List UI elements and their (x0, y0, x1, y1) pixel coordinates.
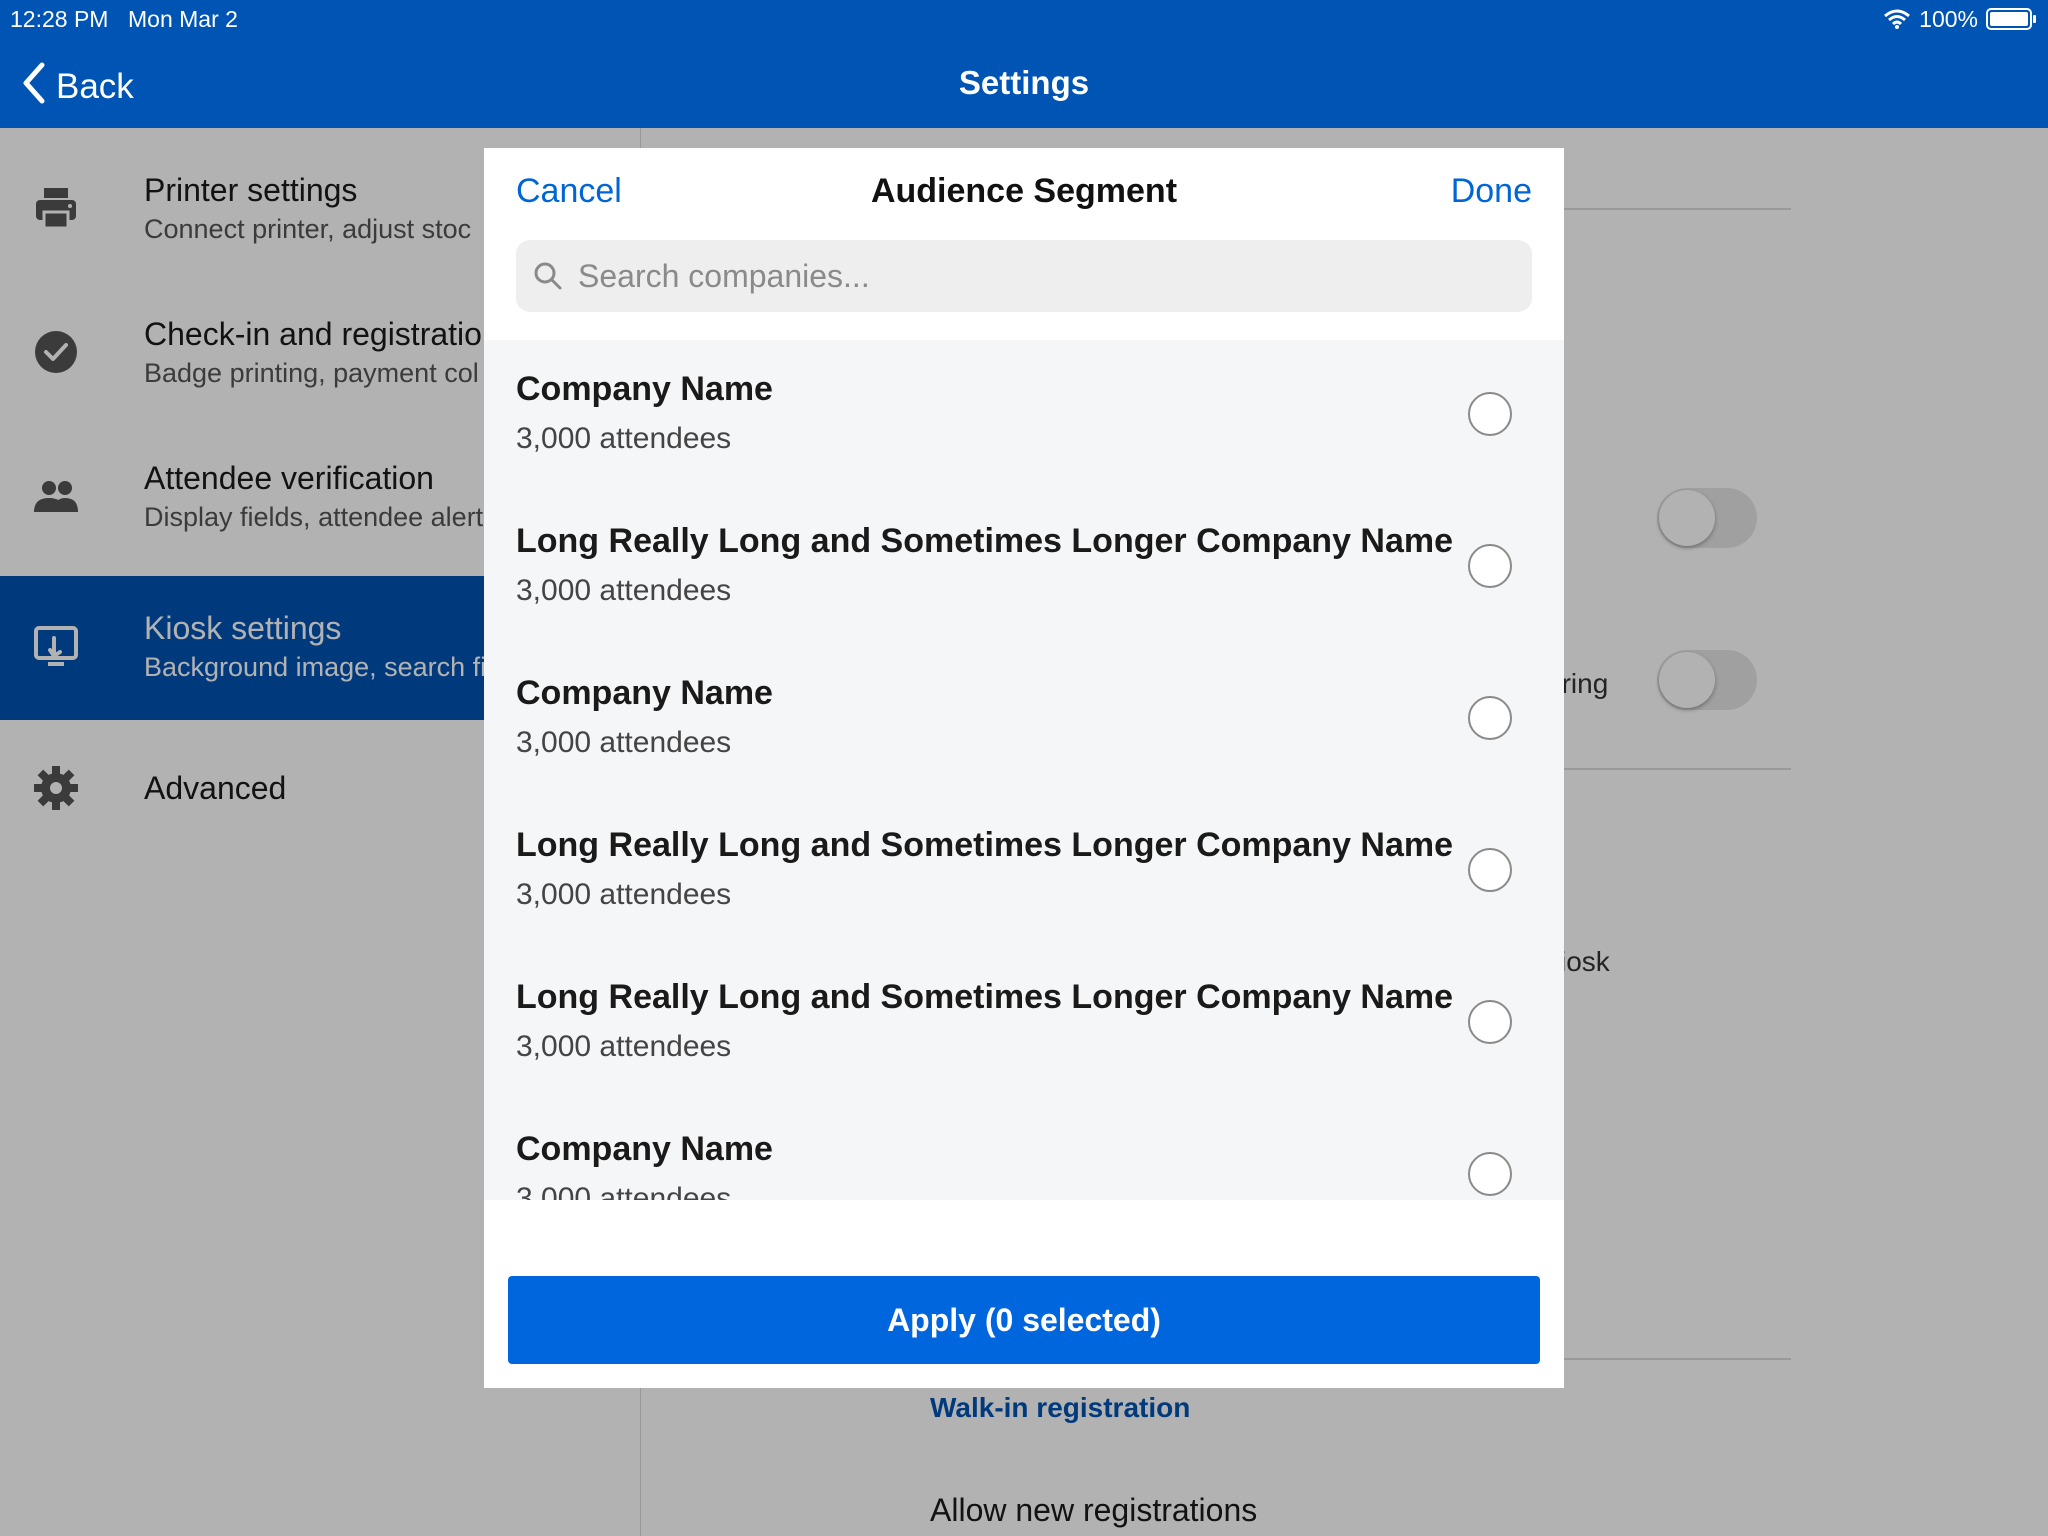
company-name: Long Really Long and Sometimes Longer Co… (516, 826, 1454, 864)
radio-button[interactable] (1468, 392, 1512, 436)
audience-segment-modal: Cancel Audience Segment Done Company Nam… (484, 148, 1564, 1388)
page-title: Settings (958, 64, 1090, 101)
company-name: Long Really Long and Sometimes Longer Co… (516, 978, 1454, 1016)
modal-title: Audience Segment (870, 172, 1178, 210)
list-item[interactable]: Long Really Long and Sometimes Longer Co… (484, 948, 1564, 1100)
status-right: 100% (1883, 4, 2038, 34)
list-item[interactable]: Company Name 3,000 attendees (484, 644, 1564, 796)
radio-button[interactable] (1468, 1000, 1512, 1044)
battery-percent: 100% (1919, 5, 1978, 32)
radio-button[interactable] (1468, 848, 1512, 892)
modal-header: Cancel Audience Segment Done (484, 148, 1564, 238)
list-item[interactable]: Company Name 3,000 attendees (484, 340, 1564, 492)
attendee-count: 3,000 attendees (516, 726, 732, 759)
battery-icon (1986, 7, 2038, 31)
list-item[interactable]: Long Really Long and Sometimes Longer Co… (484, 796, 1564, 948)
search-icon (532, 260, 564, 292)
search-input[interactable] (576, 256, 1480, 296)
attendee-count: 3,000 attendees (516, 1030, 732, 1063)
attendee-count: 3,000 attendees (516, 1182, 732, 1200)
radio-button[interactable] (1468, 1152, 1512, 1196)
radio-button[interactable] (1468, 544, 1512, 588)
navigation-bar: 12:28 PM Mon Mar 2 100% Back Settings (0, 0, 2048, 128)
attendee-count: 3,000 attendees (516, 878, 732, 911)
company-name: Company Name (516, 1130, 773, 1168)
status-date: Mon Mar 2 (128, 6, 238, 32)
apply-button[interactable]: Apply (0 selected) (508, 1276, 1540, 1364)
list-item[interactable]: Long Really Long and Sometimes Longer Co… (484, 492, 1564, 644)
company-name: Company Name (516, 370, 773, 408)
list-item[interactable]: Company Name 3,000 attendees (484, 1100, 1564, 1200)
attendee-count: 3,000 attendees (516, 574, 732, 607)
radio-button[interactable] (1468, 696, 1512, 740)
wifi-icon (1883, 8, 1911, 30)
company-name: Long Really Long and Sometimes Longer Co… (516, 522, 1454, 560)
attendee-count: 3,000 attendees (516, 422, 732, 455)
company-list: Company Name 3,000 attendees Long Really… (484, 340, 1564, 1200)
done-button[interactable]: Done (1451, 172, 1532, 211)
status-time: 12:28 PM (10, 6, 109, 32)
search-bar[interactable] (516, 240, 1532, 312)
company-name: Company Name (516, 674, 773, 712)
